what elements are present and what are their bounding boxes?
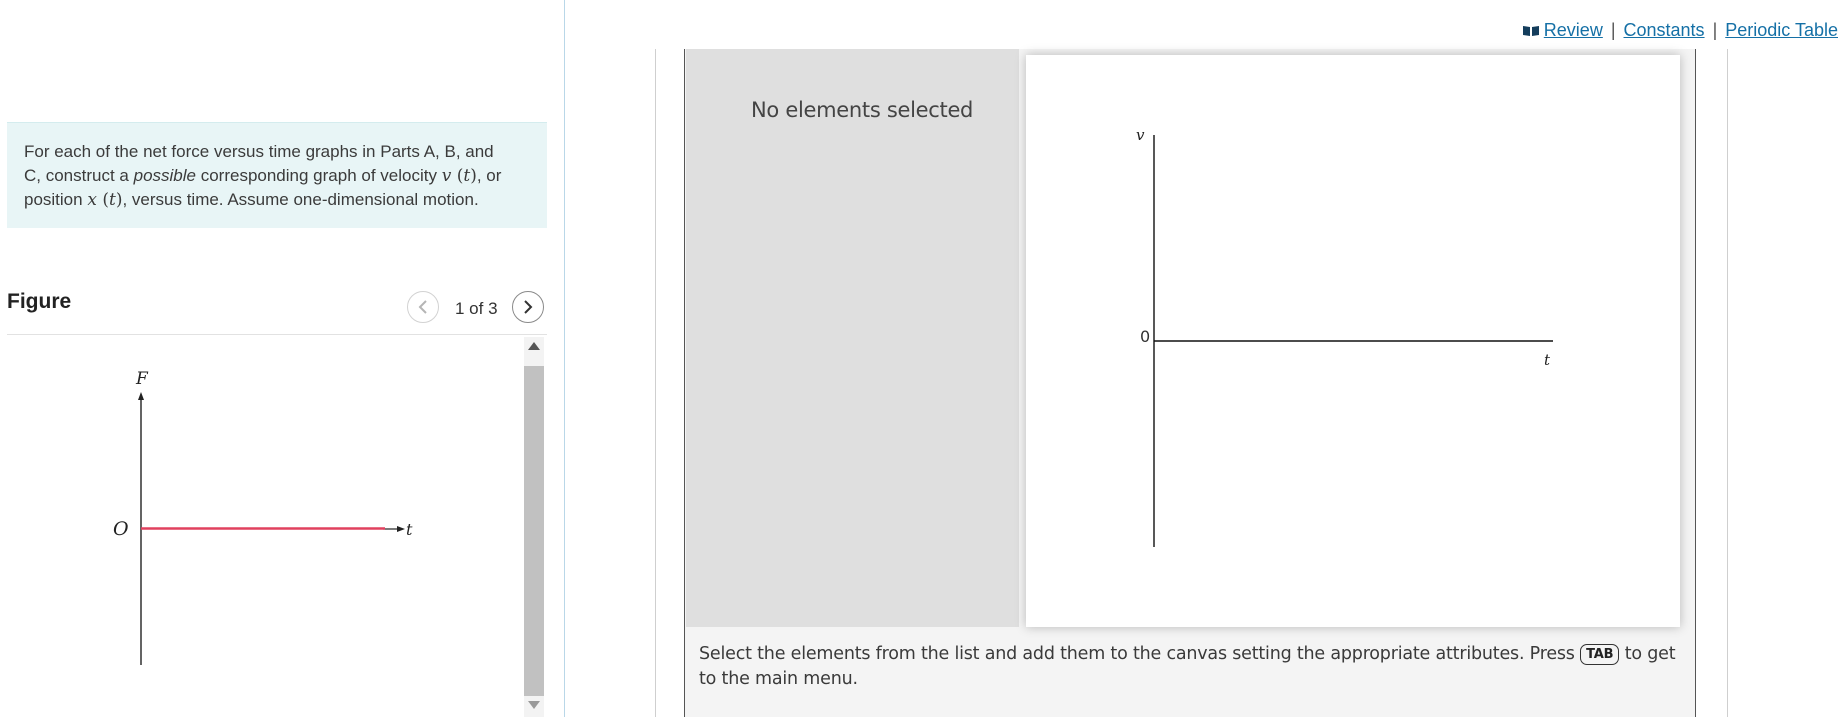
drawing-canvas[interactable]: v 0 t <box>1026 55 1680 627</box>
force-axis-label: F <box>135 369 149 389</box>
tool-instructions: Select the elements from the list and ad… <box>699 644 1676 689</box>
zero-label: 0 <box>1140 327 1150 346</box>
periodic-table-link[interactable]: Periodic Table <box>1725 20 1838 40</box>
resource-links: Review | Constants | Periodic Table <box>1522 20 1838 41</box>
figure-page-indicator: 1 of 3 <box>455 299 498 318</box>
chevron-left-icon <box>418 300 427 314</box>
intro-line-3: position x (t), versus time. Assume one-… <box>24 190 479 210</box>
velocity-symbol: v <box>441 166 452 186</box>
triangle-down-icon[interactable] <box>526 700 542 710</box>
position-symbol: x <box>87 190 97 210</box>
origin-label: O <box>113 518 129 540</box>
time-axis-label: t <box>1544 351 1551 369</box>
possible-emphasis: possible <box>133 166 196 185</box>
problem-intro: For each of the net force versus time gr… <box>7 122 547 228</box>
arrowhead-right-icon <box>397 526 405 532</box>
link-separator: | <box>1712 20 1718 40</box>
figure-scrollbar-thumb[interactable] <box>524 366 544 696</box>
time-axis-label: t <box>406 520 413 539</box>
book-icon <box>1522 26 1539 36</box>
velocity-time-axes: v 0 t <box>1136 126 1553 547</box>
tab-key-badge: TAB <box>1580 644 1620 665</box>
force-time-graph: F O t <box>113 369 413 665</box>
selection-status: No elements selected <box>751 98 974 122</box>
previous-figure-button[interactable] <box>407 291 439 323</box>
intro-line-1: For each of the net force versus time gr… <box>24 142 494 161</box>
arrowhead-up-icon <box>138 392 144 400</box>
review-link[interactable]: Review <box>1522 20 1603 40</box>
intro-line-2: C, construct a possible corresponding gr… <box>24 166 502 186</box>
element-properties-panel <box>686 49 1019 627</box>
figure-image: F O t <box>7 335 522 717</box>
link-separator: | <box>1610 20 1616 40</box>
chevron-right-icon <box>524 300 533 314</box>
figure-title: Figure <box>7 290 72 313</box>
velocity-axis-label: v <box>1136 126 1145 144</box>
constants-link[interactable]: Constants <box>1624 20 1705 40</box>
triangle-up-icon[interactable] <box>526 341 542 351</box>
next-figure-button[interactable] <box>512 291 544 323</box>
